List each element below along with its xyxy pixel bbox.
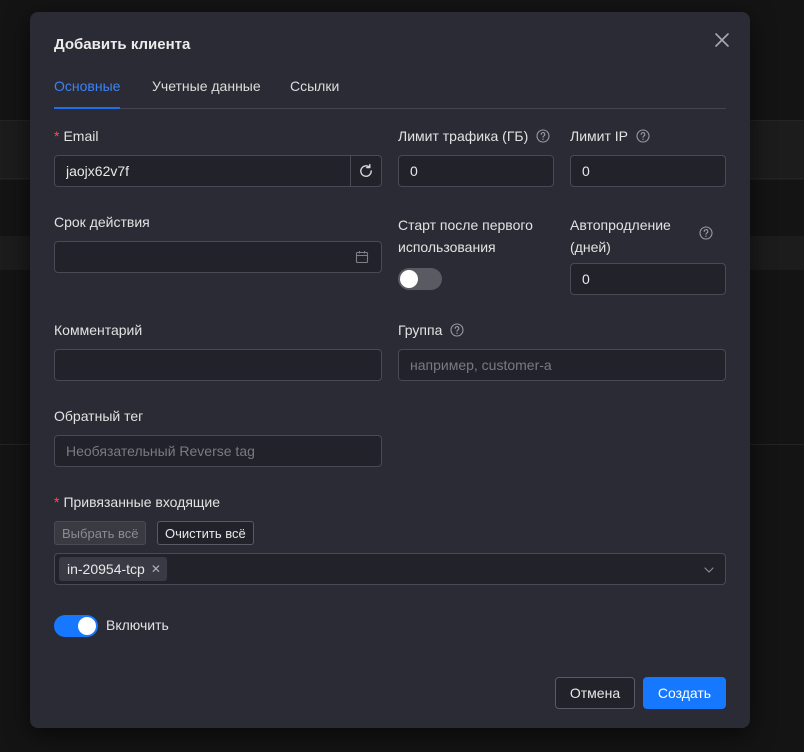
inbounds-select[interactable]: in-20954-tcp ✕ <box>54 553 726 585</box>
expiry-date-input[interactable] <box>54 241 382 273</box>
email-input[interactable] <box>54 155 351 187</box>
comment-label: Комментарий <box>54 322 143 338</box>
traffic-limit-label: Лимит трафика (ГБ) <box>398 128 550 144</box>
remove-tag-icon[interactable]: ✕ <box>151 557 161 581</box>
add-client-modal: Добавить клиента Основные Учетные данные… <box>30 12 750 728</box>
auto-renew-label: Автопродление (дней) <box>570 217 671 255</box>
clear-all-button[interactable]: Очистить всё <box>157 521 254 545</box>
group-label: Группа <box>398 322 464 338</box>
reverse-tag-input[interactable] <box>54 435 382 467</box>
tab-bar: Основные Учетные данные Ссылки <box>54 78 726 109</box>
group-input[interactable] <box>398 349 726 381</box>
close-icon <box>715 33 729 47</box>
tab-basic[interactable]: Основные <box>54 78 120 109</box>
inbound-tag: in-20954-tcp ✕ <box>59 557 167 581</box>
help-icon[interactable] <box>536 129 550 143</box>
start-after-first-use-switch[interactable] <box>398 268 442 290</box>
enable-label: Включить <box>106 617 169 633</box>
traffic-limit-input[interactable] <box>398 155 554 187</box>
required-mark: * <box>54 494 60 510</box>
modal-title: Добавить клиента <box>54 36 191 53</box>
auto-renew-input[interactable] <box>570 263 726 295</box>
expiry-label: Срок действия <box>54 214 150 230</box>
comment-input[interactable] <box>54 349 382 381</box>
help-icon[interactable] <box>636 129 650 143</box>
select-all-button[interactable]: Выбрать всё <box>54 521 147 545</box>
start-after-first-use-label: Старт после первого использования <box>398 217 533 255</box>
inbounds-label: * Привязанные входящие <box>54 494 221 510</box>
help-icon[interactable] <box>699 226 713 240</box>
email-label: * Email <box>54 128 99 144</box>
ip-limit-label: Лимит IP <box>570 128 650 144</box>
ip-limit-input[interactable] <box>570 155 726 187</box>
help-icon[interactable] <box>450 323 464 337</box>
refresh-icon <box>360 163 372 177</box>
reverse-tag-label: Обратный тег <box>54 408 144 424</box>
tab-credentials[interactable]: Учетные данные <box>152 78 261 109</box>
inbound-tag-label: in-20954-tcp <box>67 561 145 577</box>
active-tab-indicator <box>54 107 120 109</box>
switch-knob <box>78 617 96 635</box>
chevron-down-icon <box>704 567 714 573</box>
create-button[interactable]: Создать <box>643 677 726 709</box>
required-mark: * <box>54 128 60 144</box>
cancel-button[interactable]: Отмена <box>555 677 635 709</box>
regenerate-email-button[interactable] <box>350 155 382 187</box>
switch-knob <box>400 270 418 288</box>
enable-switch[interactable] <box>54 615 98 637</box>
close-button[interactable] <box>712 30 732 50</box>
calendar-icon[interactable] <box>355 250 369 264</box>
tab-links[interactable]: Ссылки <box>290 78 339 109</box>
